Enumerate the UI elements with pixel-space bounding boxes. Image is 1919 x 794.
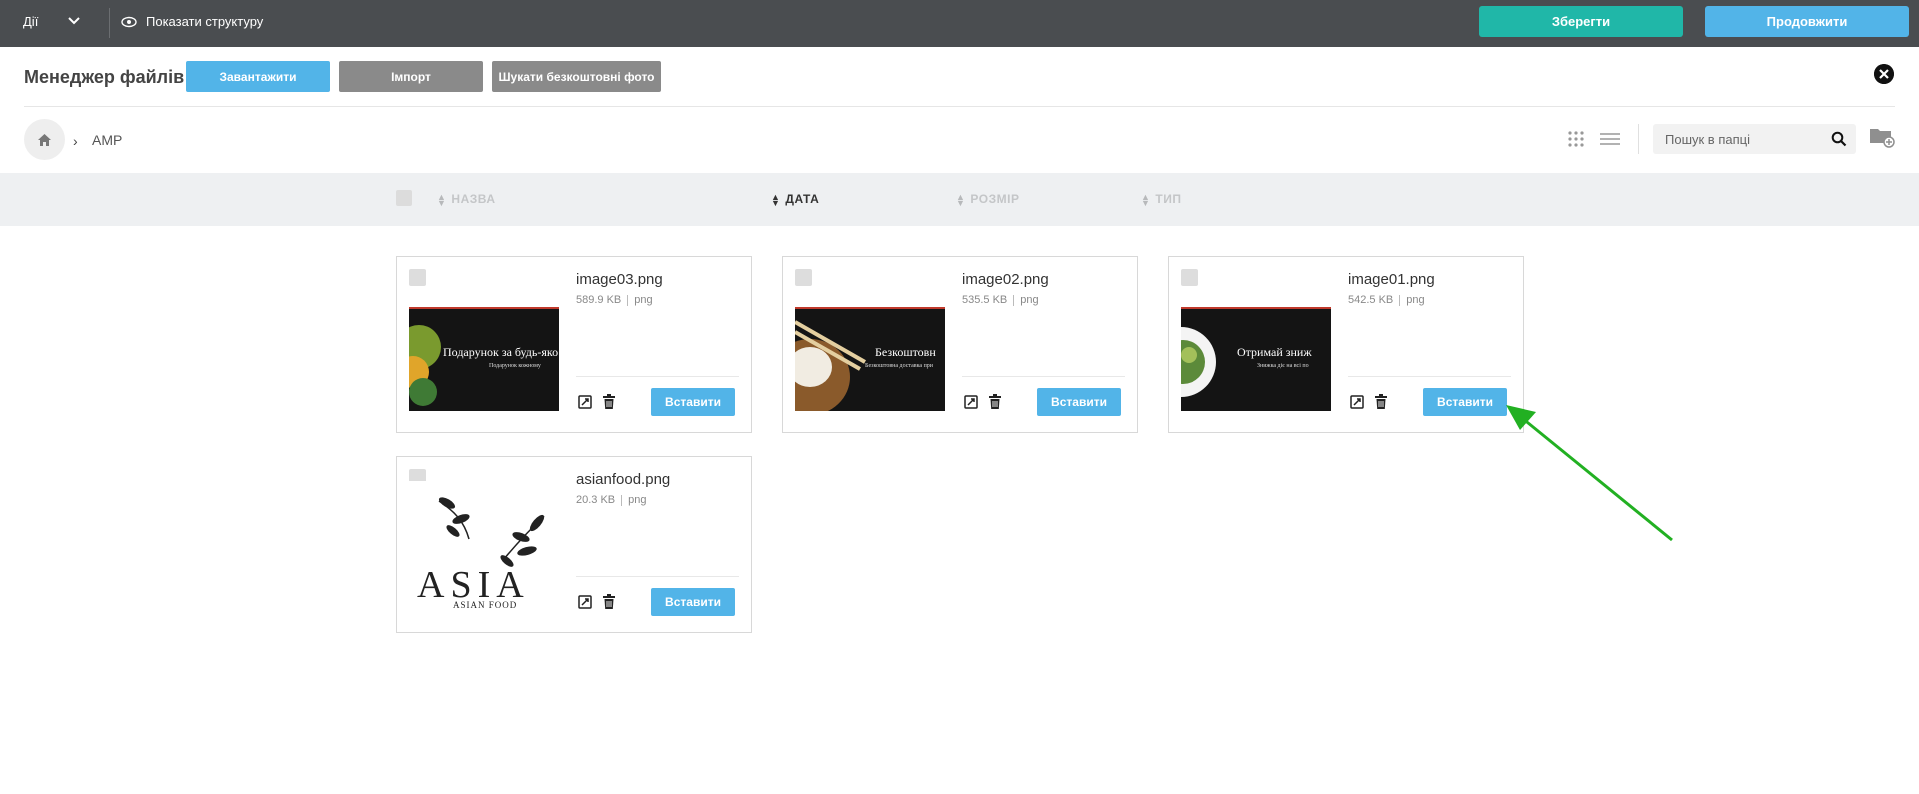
file-thumbnail: Отримай зниж Знижка діє на всі по [1181, 307, 1331, 411]
file-meta: 589.9 KB png [576, 294, 653, 306]
sort-icon: ▲ ▼ [956, 191, 966, 208]
card-divider [1348, 376, 1511, 377]
file-checkbox[interactable] [409, 269, 426, 286]
edit-icon[interactable] [964, 395, 978, 409]
insert-button[interactable]: Вставити [651, 388, 735, 416]
card-divider [576, 376, 739, 377]
file-meta: 535.5 KB png [962, 294, 1039, 306]
sort-icon: ▲ ▼ [1141, 191, 1151, 208]
sort-icon: ▲ ▼ [437, 191, 447, 208]
file-meta: 20.3 KB png [576, 494, 647, 506]
page-title: Менеджер файлів [24, 67, 185, 87]
upload-button[interactable]: Завантажити [186, 61, 330, 92]
card-divider [962, 376, 1125, 377]
annotation-arrow-icon [1506, 405, 1673, 542]
insert-button[interactable]: Вставити [651, 588, 735, 616]
file-meta: 542.5 KB png [1348, 294, 1425, 306]
column-date[interactable]: ▲ ▼ ДАТА [771, 191, 819, 208]
card-divider [576, 576, 739, 577]
file-card[interactable]: Подарунок за будь-яко Подарунок кожному … [396, 256, 752, 433]
file-thumbnail: Подарунок за будь-яко Подарунок кожному [409, 307, 559, 411]
new-folder-icon[interactable] [1869, 126, 1895, 148]
trash-icon[interactable] [988, 394, 1002, 410]
trash-icon[interactable] [602, 594, 616, 610]
home-icon [38, 134, 51, 146]
column-size[interactable]: ▲ ▼ РОЗМІР [956, 191, 1019, 208]
continue-button[interactable]: Продовжити [1705, 6, 1909, 37]
edit-icon[interactable] [578, 595, 592, 609]
insert-button[interactable]: Вставити [1037, 388, 1121, 416]
file-checkbox[interactable] [795, 269, 812, 286]
show-structure-toggle[interactable]: Показати структуру [146, 14, 263, 29]
file-checkbox[interactable] [1181, 269, 1198, 286]
file-thumbnail: ASIA ASIAN FOOD [409, 481, 559, 611]
header-divider [24, 106, 1895, 107]
save-button[interactable]: Зберегти [1479, 6, 1683, 37]
chevron-down-icon[interactable] [66, 12, 82, 28]
column-name[interactable]: ▲ ▼ НАЗВА [437, 191, 496, 208]
trash-icon[interactable] [602, 394, 616, 410]
file-card[interactable]: Отримай зниж Знижка діє на всі по image0… [1168, 256, 1524, 433]
free-photos-button[interactable]: Шукати безкоштовні фото [492, 61, 661, 92]
close-icon[interactable] [1874, 64, 1894, 84]
file-name: asianfood.png [576, 471, 671, 488]
edit-icon[interactable] [578, 395, 592, 409]
breadcrumb-chevron-icon: › [73, 133, 78, 149]
home-button[interactable] [24, 119, 65, 160]
column-type[interactable]: ▲ ▼ ТИП [1141, 191, 1182, 208]
file-name: image02.png [962, 271, 1049, 288]
view-divider [1638, 124, 1639, 154]
import-button[interactable]: Імпорт [339, 61, 483, 92]
search-input[interactable] [1653, 124, 1856, 154]
file-card[interactable]: ASIA ASIAN FOOD asianfood.png 20.3 KB png… [396, 456, 752, 633]
list-view-icon[interactable] [1600, 132, 1620, 146]
actions-menu-label[interactable]: Дії [23, 14, 38, 29]
top-toolbar: Дії Показати структуру Зберегти Продовжи… [0, 0, 1919, 47]
grid-view-icon[interactable] [1567, 130, 1585, 148]
breadcrumb-current-folder[interactable]: AMP [92, 132, 122, 148]
toolbar-divider [109, 8, 110, 38]
insert-button[interactable]: Вставити [1423, 388, 1507, 416]
select-all-checkbox[interactable] [396, 190, 412, 206]
file-name: image03.png [576, 271, 663, 288]
logo-subtext: ASIAN FOOD [453, 600, 518, 610]
trash-icon[interactable] [1374, 394, 1388, 410]
file-card[interactable]: Безкоштовн Безкоштовна доставка при imag… [782, 256, 1138, 433]
edit-icon[interactable] [1350, 395, 1364, 409]
eye-icon[interactable] [121, 15, 137, 29]
file-name: image01.png [1348, 271, 1435, 288]
file-thumbnail: Безкоштовн Безкоштовна доставка при [795, 307, 945, 411]
search-icon[interactable] [1831, 131, 1847, 147]
sort-icon: ▲ ▼ [771, 191, 781, 208]
